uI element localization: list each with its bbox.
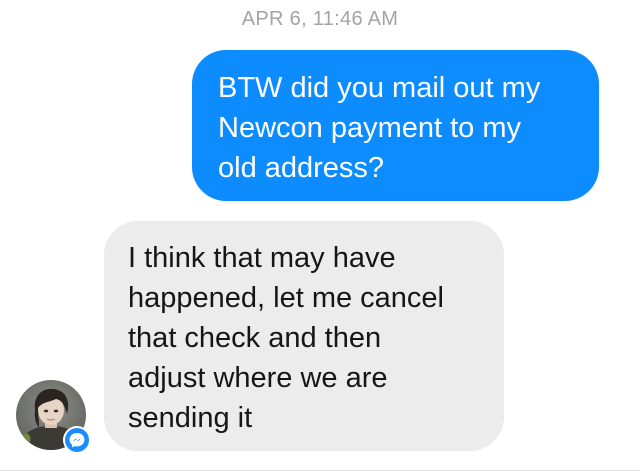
- message-text-line: BTW did you mail out my: [218, 72, 541, 104]
- message-timestamp: APR 6, 11:46 AM: [241, 8, 399, 30]
- message-text-line: adjust where we are: [128, 362, 388, 394]
- message-text-line: Newcon payment to my: [218, 112, 522, 144]
- message-text-line: I think that may have: [128, 242, 396, 274]
- message-text-line: that check and then: [128, 322, 382, 354]
- incoming-message-bubble[interactable]: I think that may have happened, let me c…: [104, 221, 504, 451]
- outgoing-message-bubble[interactable]: BTW did you mail out my Newcon payment t…: [192, 50, 599, 201]
- message-text-line: happened, let me cancel: [128, 282, 444, 314]
- messenger-badge: [63, 426, 91, 454]
- message-text-line: sending it: [128, 402, 253, 434]
- message-text-line: old address?: [218, 152, 385, 184]
- contact-avatar-container[interactable]: [16, 380, 91, 454]
- messenger-icon: [65, 428, 89, 452]
- divider: [0, 470, 640, 471]
